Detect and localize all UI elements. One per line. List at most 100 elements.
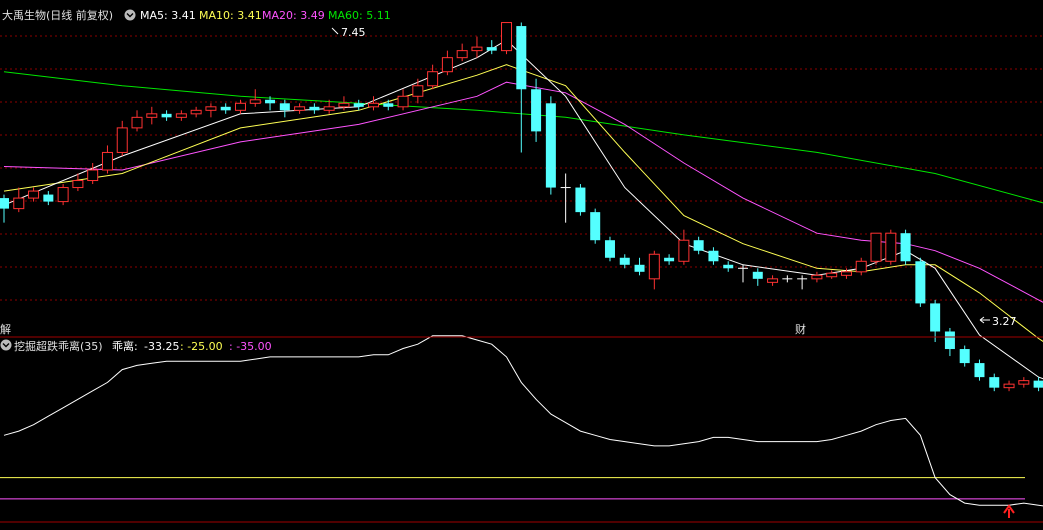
candle (43, 191, 54, 206)
candle-body (28, 190, 40, 199)
candle-body (826, 272, 838, 278)
candle-body (486, 47, 497, 51)
candle-body (279, 103, 290, 111)
indicator-label: 乖离: (112, 339, 138, 353)
moving-average-lines (3, 39, 1043, 380)
candlestick-series (0, 22, 1043, 392)
stock-chart: 大禹生物(日线 前复权) MA5: 3.41 MA10: 3.41 MA20: … (0, 8, 1043, 523)
candle-body (146, 113, 158, 118)
candle (797, 275, 808, 290)
candle (619, 254, 630, 269)
candle (811, 271, 823, 283)
candle (205, 103, 217, 118)
candle-body (87, 169, 99, 182)
indicator-level2: : -35.00 (229, 340, 272, 353)
candle (101, 145, 113, 174)
candle (1018, 377, 1030, 388)
candle (175, 110, 187, 121)
candle-body (383, 103, 394, 107)
stock-title: 大禹生物(日线 前复权) (2, 8, 113, 22)
candle-body (678, 239, 690, 262)
candle (826, 270, 838, 279)
candle-body (989, 377, 1000, 388)
candle-body (441, 57, 453, 73)
candle-body (13, 197, 25, 210)
candle-body (634, 264, 645, 272)
candle (220, 103, 231, 114)
chevron-down-icon[interactable] (124, 9, 136, 21)
candle (885, 229, 897, 265)
candle (575, 184, 586, 216)
candle-body (811, 274, 823, 280)
candle (516, 22, 527, 153)
indicator-panel (0, 335, 1043, 507)
candle (190, 106, 202, 118)
candle-body (323, 106, 335, 111)
low-marker-label: 3.27 (992, 315, 1017, 328)
candle-body (116, 127, 128, 153)
indicator-line (3, 335, 1043, 507)
ma60-legend: MA60: 5.11 (328, 9, 391, 22)
candle-body (353, 103, 364, 107)
tag-left: 解 (0, 322, 11, 336)
candle-body (456, 50, 468, 59)
candle-body (249, 99, 261, 104)
candle (427, 64, 439, 90)
candle-body (619, 257, 630, 265)
candle-body (309, 106, 320, 111)
candle-body (604, 240, 615, 258)
candle-body (664, 257, 675, 262)
candle-body (368, 102, 379, 108)
candle (471, 36, 483, 58)
candle (915, 257, 926, 307)
candle (368, 96, 379, 111)
high-marker: 7.45 (331, 26, 366, 39)
candle (1033, 377, 1043, 392)
candle-body (516, 26, 527, 90)
candle (412, 78, 424, 104)
candle (87, 162, 99, 185)
candle (13, 187, 25, 213)
candle-body (427, 71, 439, 87)
candle-body (723, 264, 734, 269)
candle (930, 299, 941, 343)
candle (545, 96, 556, 195)
candle-body (501, 22, 513, 52)
candle-body (1033, 380, 1043, 388)
candle-body (590, 212, 601, 241)
candle (486, 40, 497, 55)
candle (131, 110, 143, 132)
candle (708, 247, 719, 265)
indicator-chevron-icon[interactable] (0, 339, 12, 351)
candle (249, 89, 261, 107)
candle-body (870, 232, 882, 262)
candle-body (545, 103, 556, 188)
ma5-legend: MA5: 3.41 (140, 9, 196, 22)
candle (294, 103, 306, 114)
candle (634, 257, 645, 276)
candle (146, 106, 158, 125)
candle (900, 229, 911, 265)
candle (974, 359, 985, 381)
candle-body (930, 303, 941, 332)
candle (309, 103, 320, 114)
candle (678, 229, 690, 265)
candle-body (855, 260, 867, 273)
candle-body (471, 46, 483, 52)
candle-body (338, 102, 350, 108)
candle-body (57, 187, 69, 203)
candle-body (265, 99, 276, 104)
candle (870, 232, 882, 265)
candle-body (900, 233, 911, 262)
candle-body (205, 106, 217, 111)
candle-body (1003, 383, 1015, 389)
candle (560, 173, 571, 223)
candle-body (220, 106, 231, 111)
indicator-title: 挖掘超跌乖离(35) (14, 339, 103, 353)
candle (723, 261, 734, 272)
candle-body (131, 116, 143, 129)
candle (161, 110, 172, 121)
candle (590, 208, 601, 244)
candle-body (234, 102, 246, 111)
ma10-legend: MA10: 3.41 (199, 9, 262, 22)
